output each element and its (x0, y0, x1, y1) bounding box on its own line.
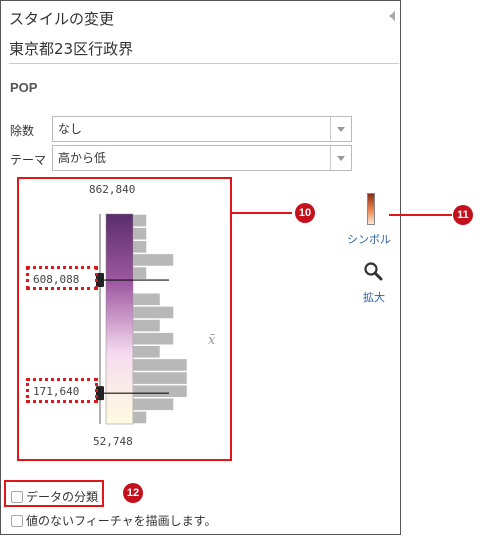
draw-nodata-checkbox[interactable] (11, 515, 23, 527)
histogram-bar (132, 240, 147, 254)
histogram-bar (132, 411, 147, 424)
draw-nodata-option[interactable]: 値のないフィーチャを描画します。 (11, 512, 216, 529)
divide-select[interactable]: なし (52, 116, 352, 142)
histogram-bar (132, 306, 174, 319)
theme-select[interactable]: 高から低 (52, 145, 352, 171)
histogram-callout-badge: 10 (295, 203, 315, 223)
style-change-panel: スタイルの変更 東京都23区行政界 POP 除数 なし テーマ 高から低 862… (0, 0, 401, 535)
magnifier-icon[interactable] (363, 261, 383, 281)
zoom-link[interactable]: 拡大 (363, 289, 385, 305)
draw-nodata-label: 値のないフィーチャを描画します。 (26, 514, 217, 528)
histogram-bar (132, 345, 161, 359)
histogram-bar (132, 384, 188, 398)
theme-dropdown-button[interactable] (330, 146, 351, 170)
histogram-callout-line (232, 212, 292, 214)
symbol-link[interactable]: シンボル (347, 231, 391, 247)
color-ramp-bar (105, 213, 134, 425)
histogram-bar (132, 266, 147, 280)
classify-checkbox[interactable] (11, 491, 23, 503)
histogram-bar (132, 332, 174, 345)
histogram-bar (132, 293, 161, 306)
histogram-bar (132, 214, 147, 227)
symbol-callout-badge: 11 (453, 205, 473, 225)
upper-break-highlight (26, 266, 98, 290)
histogram-bar (132, 398, 174, 411)
histogram-bar (132, 227, 147, 240)
collapse-panel-icon[interactable] (389, 11, 395, 21)
divide-select-value: なし (58, 122, 83, 136)
classify-option[interactable]: データの分類 (11, 488, 98, 505)
histogram-bar (132, 253, 174, 267)
theme-field-label: テーマ (10, 153, 47, 167)
divide-field-label: 除数 (10, 124, 35, 138)
color-ramp-swatch[interactable] (367, 193, 375, 225)
theme-select-value: 高から低 (58, 151, 107, 165)
layer-name: 東京都23区行政界 (9, 40, 134, 58)
histogram-bars (132, 214, 188, 424)
chevron-down-icon (337, 156, 345, 161)
attribute-title: POP (10, 80, 38, 95)
histogram-bar (132, 371, 188, 385)
symbol-callout-line (389, 214, 452, 216)
histogram-min-label: 52,748 (93, 435, 133, 448)
divide-dropdown-button[interactable] (330, 117, 351, 141)
histogram-bar (132, 319, 161, 332)
header-divider (9, 63, 399, 64)
chevron-down-icon (337, 127, 345, 132)
classify-label: データの分類 (26, 490, 99, 504)
classify-callout-badge: 12 (123, 483, 143, 503)
histogram-bar (132, 358, 188, 372)
histogram-max-label: 862,840 (89, 183, 136, 196)
lower-break-highlight (26, 378, 98, 403)
mean-marker: x̄ (208, 333, 216, 348)
panel-title: スタイルの変更 (9, 10, 115, 28)
